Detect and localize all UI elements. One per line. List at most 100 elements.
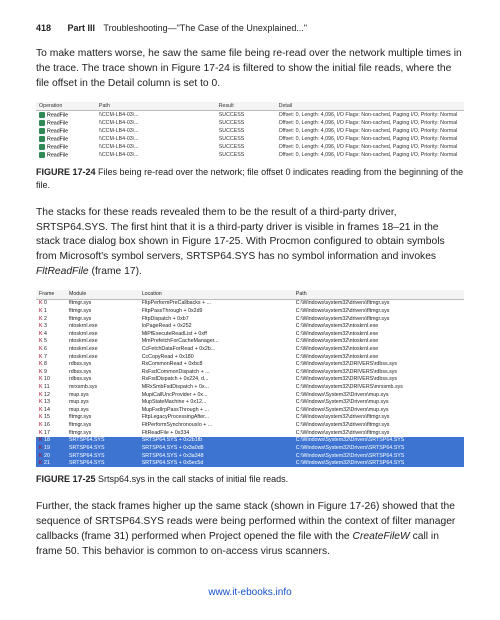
table-row: K 6ntoskrnl.exeCcFetchDataForRead + 0x2b… [36, 345, 464, 353]
cell-path: C:\Windows\system32\DRIVERS\rdbss.sys [293, 368, 464, 376]
cell-frame: K 7 [36, 353, 66, 361]
col-path: Path [96, 102, 216, 111]
figure-17-25: Frame Module Location Path K 0fltmgr.sys… [36, 290, 464, 467]
page: 418 Part III Troubleshooting—"The Case o… [0, 0, 500, 620]
cell-path: C:\Windows\system32\DRIVERS\mrxsmb.sys [293, 384, 464, 392]
cell-frame: K 21 [36, 460, 66, 468]
fig24-table: Operation Path Result Detail ReadFile\\C… [36, 102, 464, 160]
cell-frame: K 10 [36, 376, 66, 384]
cell-frame: K 2 [36, 315, 66, 323]
cell-module: SRTSP64.SYS [66, 460, 139, 468]
cell-module: rdbss.sys [66, 368, 139, 376]
table-row: ReadFile\\CCM-LB4-03\...SUCCESSOffset: 0… [36, 152, 464, 160]
cell-module: fltmgr.sys [66, 307, 139, 315]
cell-detail: Offset: 0, Length: 4,096, I/O Flags: Non… [276, 135, 464, 143]
file-icon [39, 128, 45, 134]
cell-location: IoPageRead + 0x252 [139, 323, 293, 331]
cell-path: C:\Windows\system32\ntoskrnl.exe [293, 338, 464, 346]
cell-path: C:\Windows\system32\drivers\fltmgr.sys [293, 315, 464, 323]
p2-a: The stacks for these reads revealed them… [36, 207, 445, 263]
cell-path: C:\Windows\system32\ntoskrnl.exe [293, 330, 464, 338]
cell-path: C:\Windows\System32\Drivers\SRTSP64.SYS [293, 460, 464, 468]
cell-detail: Offset: 0, Length: 4,096, I/O Flags: Non… [276, 111, 464, 120]
cell-path: C:\Windows\system32\drivers\fltmgr.sys [293, 422, 464, 430]
col-operation: Operation [36, 102, 96, 111]
file-icon [39, 152, 45, 158]
cell-location: RxCommonRead + 0xbc8 [139, 361, 293, 369]
cell-operation: ReadFile [36, 135, 96, 143]
cell-result: SUCCESS [216, 111, 276, 120]
running-head: 418 Part III Troubleshooting—"The Case o… [36, 22, 464, 35]
caption-label: FIGURE 17-24 [36, 167, 96, 177]
footer-link[interactable]: www.it-ebooks.info [36, 586, 464, 601]
cell-location: FltpLegacyProcessingAfter... [139, 414, 293, 422]
cell-path: C:\Windows\System32\Drivers\SRTSP64.SYS [293, 437, 464, 445]
cell-frame: K 12 [36, 391, 66, 399]
table-row: ReadFile\\CCM-LB4-03\...SUCCESSOffset: 0… [36, 119, 464, 127]
cell-module: ntoskrnl.exe [66, 353, 139, 361]
cell-location: RxFsdDispatch + 0x224, d... [139, 376, 293, 384]
table-row: K 8rdbss.sysRxCommonRead + 0xbc8C:\Windo… [36, 361, 464, 369]
table-row: K 20SRTSP64.SYSSRTSP64.SYS + 0x3a348C:\W… [36, 452, 464, 460]
cell-frame: K 18 [36, 437, 66, 445]
p3-italic: CreateFileW [353, 531, 410, 542]
cell-result: SUCCESS [216, 135, 276, 143]
col-frame: Frame [36, 290, 66, 299]
cell-path: C:\Windows\system32\DRIVERS\rdbss.sys [293, 361, 464, 369]
cell-path: C:\Windows\system32\drivers\fltmgr.sys [293, 307, 464, 315]
cell-location: SRTSP64.SYS + 0x3a0d8 [139, 444, 293, 452]
table-row: K 19SRTSP64.SYSSRTSP64.SYS + 0x3a0d8C:\W… [36, 444, 464, 452]
col-detail: Detail [276, 102, 464, 111]
cell-frame: K 20 [36, 452, 66, 460]
cell-location: CcFetchDataForRead + 0x2b... [139, 345, 293, 353]
figure-17-24: Operation Path Result Detail ReadFile\\C… [36, 102, 464, 160]
cell-detail: Offset: 0, Length: 4,096, I/O Flags: Non… [276, 152, 464, 160]
cell-module: SRTSP64.SYS [66, 437, 139, 445]
table-row: K 12mup.sysMupiCallUncProvider + 0x...C:… [36, 391, 464, 399]
cell-frame: K 9 [36, 368, 66, 376]
cell-path: C:\Windows\System32\Drivers\mup.sys [293, 399, 464, 407]
col-location: Location [139, 290, 293, 299]
table-row: K 4ntoskrnl.exeMiPfExecuteReadList + 0xf… [36, 330, 464, 338]
cell-frame: K 8 [36, 361, 66, 369]
cell-frame: K 13 [36, 399, 66, 407]
cell-location: CcCopyRead + 0x180 [139, 353, 293, 361]
cell-path: C:\Windows\system32\drivers\fltmgr.sys [293, 414, 464, 422]
cell-location: FltpPerformPreCallbacks + ... [139, 299, 293, 307]
cell-module: mup.sys [66, 406, 139, 414]
page-number: 418 [36, 23, 51, 33]
file-icon [39, 120, 45, 126]
table-row: ReadFile\\CCM-LB4-03\...SUCCESSOffset: 0… [36, 111, 464, 120]
table-row: K 16fltmgr.sysFltPerformSynchronousIo + … [36, 422, 464, 430]
caption-17-24: FIGURE 17-24 Files being re-read over th… [36, 166, 464, 192]
cell-frame: K 3 [36, 323, 66, 331]
cell-frame: K 6 [36, 345, 66, 353]
table-row: ReadFile\\CCM-LB4-03\...SUCCESSOffset: 0… [36, 143, 464, 151]
part-label: Part III [68, 23, 96, 33]
cell-location: MmPrefetchForCacheManager... [139, 338, 293, 346]
table-header-row: Frame Module Location Path [36, 290, 464, 299]
cell-frame: K 15 [36, 414, 66, 422]
table-row: K 21SRTSP64.SYSSRTSP64.SYS + 0x5ec5dC:\W… [36, 460, 464, 468]
cell-module: fltmgr.sys [66, 315, 139, 323]
p2-italic: FltReadFile [36, 266, 89, 277]
table-row: K 11mrxsmb.sysMRxSmbFsdDispatch + 0x...C… [36, 384, 464, 392]
cell-operation: ReadFile [36, 143, 96, 151]
table-row: K 3ntoskrnl.exeIoPageRead + 0x252C:\Wind… [36, 323, 464, 331]
cell-location: RxFsdCommonDispatch + ... [139, 368, 293, 376]
cell-result: SUCCESS [216, 143, 276, 151]
col-module: Module [66, 290, 139, 299]
cell-path: \\CCM-LB4-03\... [96, 135, 216, 143]
cell-location: MRxSmbFsdDispatch + 0x... [139, 384, 293, 392]
cell-path: C:\Windows\system32\ntoskrnl.exe [293, 353, 464, 361]
fig25-table: Frame Module Location Path K 0fltmgr.sys… [36, 290, 464, 467]
cell-frame: K 11 [36, 384, 66, 392]
cell-path: \\CCM-LB4-03\... [96, 127, 216, 135]
cell-path: C:\Windows\System32\Drivers\SRTSP64.SYS [293, 452, 464, 460]
table-row: K 18SRTSP64.SYSSRTSP64.SYS + 0x2b1fbC:\W… [36, 437, 464, 445]
cell-module: SRTSP64.SYS [66, 452, 139, 460]
caption-text: Srtsp64.sys in the call stacks of initia… [98, 474, 288, 484]
cell-path: C:\Windows\System32\Drivers\SRTSP64.SYS [293, 444, 464, 452]
cell-frame: K 14 [36, 406, 66, 414]
table-row: K 0fltmgr.sysFltpPerformPreCallbacks + .… [36, 299, 464, 307]
